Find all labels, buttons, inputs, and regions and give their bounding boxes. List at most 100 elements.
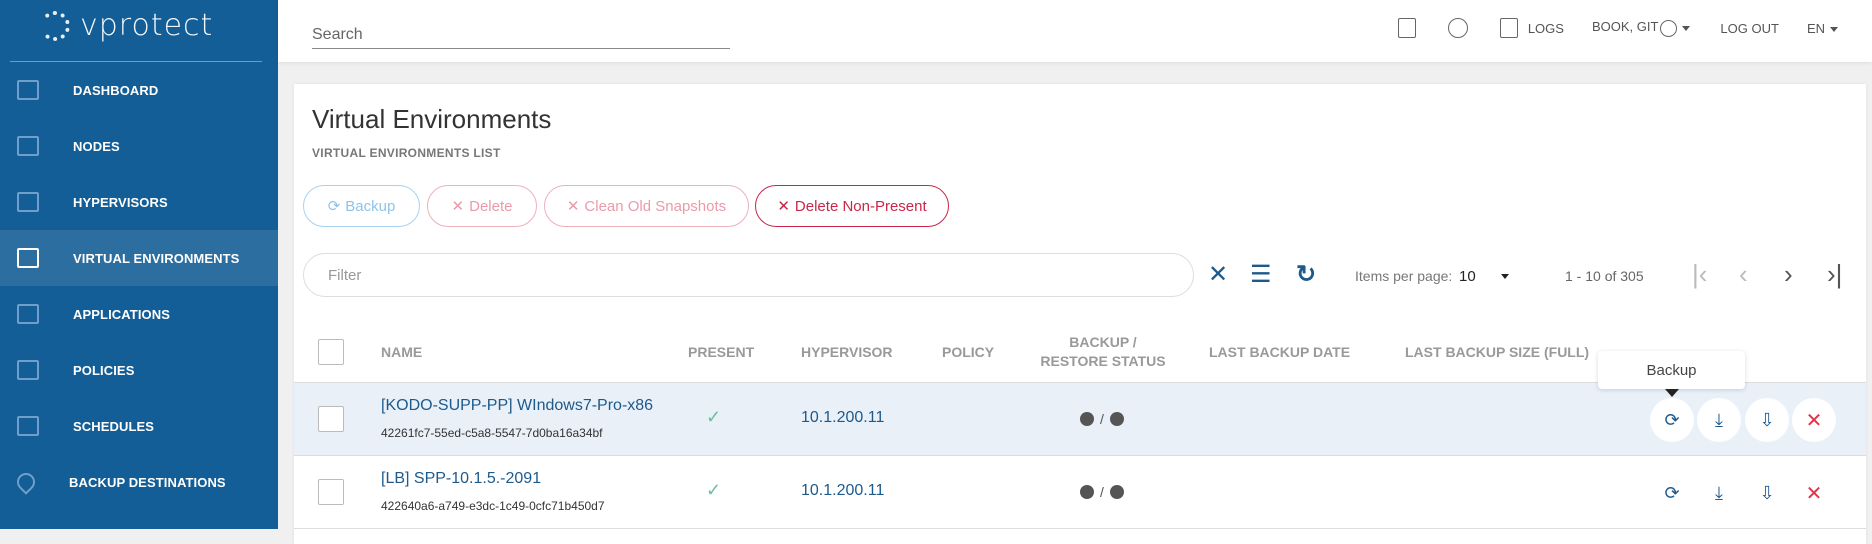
mount-row-button[interactable]: ⇩ (1745, 398, 1789, 442)
column-header-backup-restore-status[interactable]: BACKUP / RESTORE STATUS (1034, 322, 1172, 382)
backup-tooltip: Backup (1598, 351, 1745, 397)
column-header-last-backup-size[interactable]: LAST BACKUP SIZE (FULL) (1405, 322, 1589, 382)
logo-text: vprotect (80, 8, 214, 43)
table-row[interactable]: [LB] SPP-10.1.5.-2091 422640a6-a749-e3dc… (294, 456, 1866, 529)
next-page-icon[interactable]: › (1784, 260, 1793, 288)
logout-link[interactable]: LOG OUT (1720, 21, 1779, 36)
download-icon: ⤓ (1715, 482, 1723, 503)
backup-status-dot (1080, 412, 1094, 426)
status-separator: / (1100, 484, 1104, 500)
close-icon: ✕ (1805, 409, 1823, 432)
delete-label: Delete (469, 197, 513, 215)
column-header-present[interactable]: PRESENT (688, 322, 754, 382)
chevron-down-icon (1830, 26, 1838, 32)
delete-button[interactable]: ✕ Delete (427, 185, 537, 227)
sidebar-item-label: BACKUP DESTINATIONS (69, 474, 226, 490)
folder-download-icon: ⇩ (1759, 482, 1775, 503)
items-per-page-select[interactable]: 10 (1459, 268, 1476, 285)
column-header-name[interactable]: NAME (381, 322, 422, 382)
clean-label: Clean Old Snapshots (584, 197, 727, 215)
backup-status-dot (1080, 485, 1094, 499)
vm-name-link[interactable]: [LB] SPP-10.1.5.-2091 (381, 470, 541, 488)
sidebar-item-label: DASHBOARD (73, 82, 159, 98)
header-line: RESTORE STATUS (1040, 353, 1166, 369)
backup-button[interactable]: ⟳ Backup (303, 185, 420, 227)
column-header-policy[interactable]: POLICY (942, 322, 994, 382)
mount-row-button[interactable]: ⇩ (1745, 471, 1789, 515)
present-check-icon: ✓ (706, 407, 722, 427)
sidebar-item-applications[interactable]: APPLICATIONS (0, 286, 278, 342)
backup-row-button[interactable]: ⟳ (1650, 471, 1694, 515)
header-line: BACKUP / (1069, 334, 1137, 350)
sidebar-item-label: NODES (73, 138, 120, 154)
status-separator: / (1100, 411, 1104, 427)
page-title: Virtual Environments (312, 104, 552, 134)
grid-icon (17, 192, 39, 212)
clear-filter-icon[interactable]: ✕ (1208, 262, 1228, 288)
scroll-icon[interactable] (1397, 18, 1416, 38)
backup-restore-status: / (1080, 484, 1124, 500)
row-checkbox[interactable] (318, 479, 344, 505)
column-header-last-backup-date[interactable]: LAST BACKUP DATE (1209, 322, 1350, 382)
backup-row-button[interactable]: ⟳ (1650, 398, 1694, 442)
restore-row-button[interactable]: ⤓ (1697, 398, 1741, 442)
language-value: EN (1806, 20, 1825, 36)
restore-row-button[interactable]: ⤓ (1697, 471, 1741, 515)
select-all-checkbox[interactable] (318, 339, 344, 365)
user-name: BOOK, GIT (1591, 19, 1659, 35)
page-range: 1 - 10 of 305 (1565, 268, 1644, 284)
backup-restore-status: / (1080, 411, 1124, 427)
refresh-icon[interactable]: ↻ (1296, 262, 1316, 288)
vm-name-link[interactable]: [KODO-SUPP-PP] WIndows7-Pro-x86 (381, 397, 653, 415)
logo-icon (40, 10, 70, 41)
cube-icon (17, 248, 39, 268)
table-row[interactable]: [KODO-SUPP-PP] WIndows7-Pro-x86 42261fc7… (294, 383, 1866, 456)
delete-row-button[interactable]: ✕ (1792, 471, 1836, 515)
delete-row-button[interactable]: ✕ (1792, 398, 1836, 442)
sidebar-item-backup-destinations[interactable]: BACKUP DESTINATIONS (0, 454, 278, 510)
sidebar-item-nodes[interactable]: NODES (0, 118, 278, 174)
sync-icon: ⟳ (327, 198, 341, 215)
delete-non-present-label: Delete Non-Present (794, 197, 927, 215)
previous-page-icon[interactable]: ‹ (1739, 260, 1748, 288)
language-select[interactable]: EN (1807, 21, 1838, 36)
restore-status-dot (1109, 485, 1124, 499)
chevron-down-icon[interactable] (1501, 274, 1509, 279)
archive-box-icon (17, 136, 39, 156)
hypervisor-value: 10.1.200.11 (801, 482, 885, 499)
row-checkbox[interactable] (318, 406, 344, 432)
calendar-icon (17, 416, 39, 436)
close-icon: ✕ (566, 198, 580, 215)
sidebar-item-dashboard[interactable]: DASHBOARD (0, 62, 278, 118)
folder-download-icon: ⇩ (1759, 409, 1775, 430)
chevron-down-icon (1682, 25, 1691, 31)
lifebuoy-icon[interactable] (1447, 18, 1468, 38)
logs-link[interactable]: LOGS (1528, 21, 1564, 36)
restore-status-dot (1109, 412, 1124, 426)
sidebar-item-virtual-environments[interactable]: VIRTUAL ENVIRONMENTS (0, 230, 278, 286)
content-card: Virtual Environments VIRTUAL ENVIRONMENT… (294, 84, 1866, 544)
search-input[interactable] (312, 24, 730, 49)
sidebar-item-label: SCHEDULES (73, 418, 155, 434)
vprotect-logo[interactable]: vprotect (40, 8, 213, 43)
delete-non-present-button[interactable]: ✕ Delete Non-Present (755, 185, 949, 227)
last-page-icon[interactable]: ›| (1827, 260, 1842, 288)
map-pin-icon (13, 469, 39, 495)
column-list-icon[interactable]: ☰ (1250, 262, 1272, 288)
sidebar-nav: DASHBOARD NODES HYPERVISORS VIRTUAL ENVI… (0, 62, 278, 510)
page-subtitle: VIRTUAL ENVIRONMENTS LIST (312, 146, 501, 160)
clean-old-snapshots-button[interactable]: ✕ Clean Old Snapshots (544, 185, 749, 227)
user-menu[interactable]: BOOK, GIT (1591, 19, 1691, 37)
column-header-hypervisor[interactable]: HYPERVISOR (801, 322, 893, 382)
top-bar-actions: LOGS BOOK, GIT LOG OUT EN (1382, 16, 1838, 40)
sidebar-item-policies[interactable]: POLICIES (0, 342, 278, 398)
sidebar-item-hypervisors[interactable]: HYPERVISORS (0, 174, 278, 230)
filter-input[interactable] (303, 253, 1194, 297)
sync-icon: ⟳ (1664, 409, 1680, 430)
sidebar-item-schedules[interactable]: SCHEDULES (0, 398, 278, 454)
hypervisor-value: 10.1.200.11 (801, 409, 885, 426)
newspaper-icon (1499, 18, 1518, 38)
backup-label: Backup (345, 197, 396, 215)
first-page-icon[interactable]: |‹ (1692, 260, 1707, 288)
close-icon: ✕ (777, 198, 790, 215)
